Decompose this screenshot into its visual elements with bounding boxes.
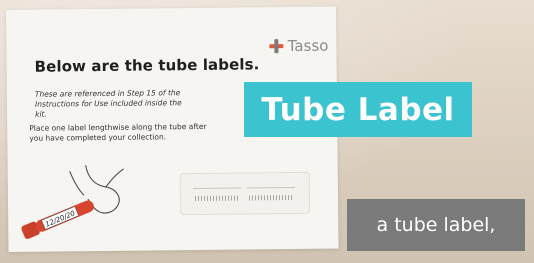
barcode-icon [248,195,294,201]
label-sheet [179,171,311,216]
tube-label-sample [246,184,295,201]
video-frame: Tasso Below are the tube labels. These a… [0,0,534,263]
subtitle-caption-text: a tube label, [376,214,496,236]
tasso-logo-icon [269,39,284,54]
note-line: These are referenced in Step 15 of the [34,88,181,99]
title-overlay-text: Tube Label [261,91,455,128]
logo-text: Tasso [287,36,329,56]
barcode-icon [194,195,240,202]
card-heading: Below are the tube labels. [34,55,260,76]
subtitle-caption: a tube label, [347,199,525,251]
tube-icon: 12/20/20 [21,200,94,239]
title-overlay: Tube Label [244,82,472,137]
tube-label-sample [192,185,241,202]
note-line: Instructions for Use included inside the… [34,98,182,119]
card-instruction: Place one label lengthwise along the tub… [29,122,229,144]
hand-tube-illustration: 12/20/20 [21,165,124,239]
instruction-line: Place one label lengthwise along the tub… [29,121,207,133]
instruction-line: you have completed your collection. [29,132,167,143]
card-note: These are referenced in Step 15 of the I… [35,88,185,120]
tasso-logo: Tasso [269,36,329,56]
